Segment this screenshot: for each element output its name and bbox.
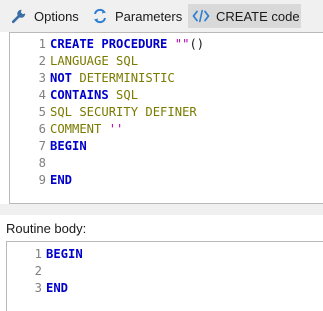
code-token: NOT [50, 71, 80, 85]
line-number: 2 [34, 264, 42, 278]
line-number: 8 [38, 156, 46, 170]
code-token: LANGUAGE SQL [50, 54, 139, 68]
routine-body-editor[interactable]: 1 BEGIN 2 3 END [6, 241, 323, 311]
code-line: 3 NOT DETERMINISTIC [10, 70, 175, 87]
tab-parameters[interactable]: Parameters [88, 4, 186, 28]
tab-parameters-label: Parameters [115, 8, 183, 24]
code-token: DETERMINISTIC [79, 71, 175, 85]
line-number: 7 [38, 139, 46, 153]
code-token: () [189, 37, 205, 51]
code-token: CREATE PROCEDURE [50, 37, 175, 51]
code-token: "" [174, 37, 190, 51]
line-number: 4 [38, 88, 46, 102]
code-line: 2 LANGUAGE SQL [10, 53, 138, 70]
code-token: CONTAINS [50, 88, 117, 102]
line-number: 6 [38, 122, 46, 136]
line-number: 3 [38, 71, 46, 85]
line-number: 2 [38, 54, 46, 68]
code-line: 4 CONTAINS SQL [10, 87, 138, 104]
code-line: 9 END [10, 172, 72, 189]
code-token: SQL [116, 88, 139, 102]
tab-options[interactable]: Options [6, 4, 84, 28]
line-number: 3 [34, 281, 42, 295]
code-token: BEGIN [46, 247, 83, 261]
tab-bar: Options Parameters CREATE code [0, 0, 323, 32]
code-line: 1 CREATE PROCEDURE ""() [10, 36, 204, 53]
create-code-editor[interactable]: 1 CREATE PROCEDURE ""() 2 LANGUAGE SQL 3 NOT … [9, 32, 323, 204]
line-number: 5 [38, 105, 46, 119]
code-token: COMMENT [50, 122, 109, 136]
code-line: 1 BEGIN [7, 246, 83, 263]
code-icon [192, 7, 210, 25]
tab-create-code[interactable]: CREATE code [188, 4, 301, 28]
code-line: 2 [7, 263, 46, 280]
code-token: '' [108, 122, 124, 136]
parameters-icon [91, 7, 109, 25]
routine-body-label: Routine body: [6, 221, 87, 236]
code-line: 3 END [7, 280, 68, 297]
tab-create-code-label: CREATE code [216, 8, 300, 24]
line-number: 1 [34, 247, 42, 261]
code-line: 7 BEGIN [10, 138, 87, 155]
code-line: 5 SQL SECURITY DEFINER [10, 104, 197, 121]
code-token: SQL SECURITY DEFINER [50, 105, 197, 119]
line-number: 1 [38, 37, 46, 51]
tab-options-label: Options [34, 8, 79, 24]
code-line: 8 [10, 155, 50, 172]
wrench-icon [10, 7, 28, 25]
code-token: END [50, 173, 73, 187]
code-token: END [46, 281, 69, 295]
splitter[interactable] [0, 204, 323, 215]
code-line: 6 COMMENT '' [10, 121, 124, 138]
line-number: 9 [38, 173, 46, 187]
code-token: BEGIN [50, 139, 87, 153]
